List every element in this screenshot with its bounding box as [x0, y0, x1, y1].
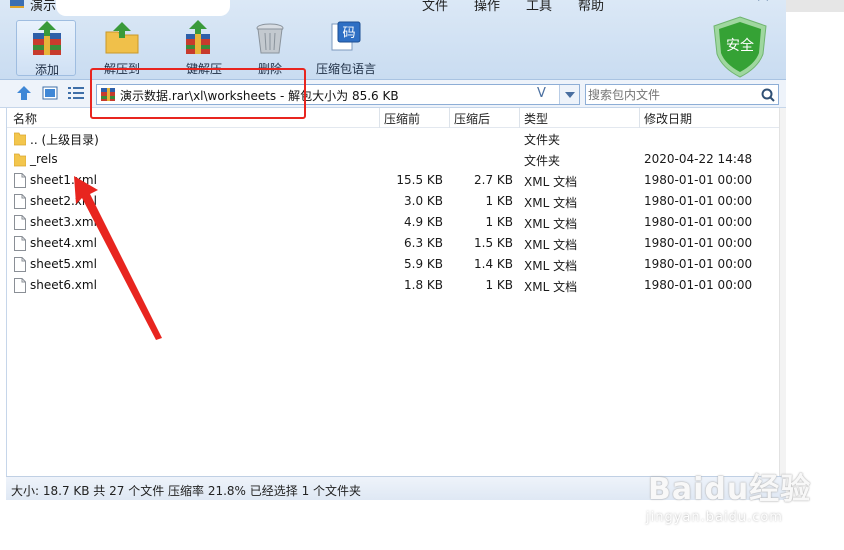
- extract-to-icon: [104, 20, 140, 56]
- modified-date: 1980-01-01 00:00: [644, 236, 753, 250]
- modified-date: 2020-04-22 14:48: [644, 152, 753, 166]
- folder-icon: [13, 152, 27, 167]
- compressed-size: 1 KB: [485, 215, 513, 229]
- security-shield-icon[interactable]: 安全: [712, 16, 768, 78]
- compressed-size: 2.7 KB: [474, 173, 513, 187]
- chevron-down-icon: [565, 92, 575, 98]
- packed-size: 4.9 KB: [404, 215, 443, 229]
- menu-operate[interactable]: 操作: [474, 0, 500, 14]
- modified-date: 1980-01-01 00:00: [644, 278, 753, 292]
- security-label: 安全: [726, 37, 754, 54]
- annotation-arrow: [74, 176, 162, 340]
- table-row[interactable]: .. (上级目录) 文件夹: [7, 128, 779, 149]
- column-type[interactable]: 类型: [524, 110, 548, 128]
- compressed-size: 1 KB: [485, 278, 513, 292]
- encoding-glyph: 码: [342, 26, 355, 41]
- one-click-extract-icon: [180, 20, 216, 56]
- up-folder-icon[interactable]: [16, 86, 32, 100]
- details-view-icon[interactable]: [68, 86, 84, 100]
- trash-can-icon: [252, 20, 288, 56]
- packed-size: 15.5 KB: [396, 173, 443, 187]
- status-text: 大小: 18.7 KB 共 27 个文件 压缩率 21.8% 已经选择 1 个文…: [11, 484, 362, 498]
- file-type: XML 文档: [524, 175, 578, 189]
- skin-icon[interactable]: [626, 0, 644, 6]
- highlight-annotation: [90, 68, 306, 119]
- modified-date: 1980-01-01 00:00: [644, 173, 753, 187]
- file-icon: [14, 215, 26, 230]
- packed-size: 1.8 KB: [404, 278, 443, 292]
- file-type: XML 文档: [524, 259, 578, 273]
- packed-size: 3.0 KB: [404, 194, 443, 208]
- large-icon-view-icon[interactable]: [42, 86, 58, 100]
- packed-size: 5.9 KB: [404, 257, 443, 271]
- close-icon[interactable]: [754, 0, 772, 6]
- watermark-url: jingyan.baidu.com: [646, 510, 783, 525]
- modified-date: 1980-01-01 00:00: [644, 194, 753, 208]
- file-type: 文件夹: [524, 133, 561, 147]
- file-type: XML 文档: [524, 217, 578, 231]
- file-icon: [14, 236, 26, 251]
- add-button[interactable]: 添加: [16, 20, 76, 77]
- file-icon: [14, 278, 26, 293]
- menu-tools[interactable]: 工具: [526, 0, 552, 14]
- search-box: [585, 84, 779, 105]
- table-row[interactable]: _rels 文件夹 2020-04-22 14:48: [7, 149, 779, 170]
- archive-encoding-icon: 码: [328, 20, 364, 56]
- add-label: 添加: [34, 63, 59, 77]
- file-name: .. (上级目录): [30, 133, 99, 147]
- modified-date: 1980-01-01 00:00: [644, 257, 753, 271]
- file-icon: [14, 194, 26, 209]
- file-type: XML 文档: [524, 280, 578, 294]
- app-logo-icon: [10, 0, 24, 8]
- menu-file[interactable]: 文件: [422, 0, 448, 14]
- folder-icon: [13, 131, 27, 146]
- menu-dropdown-icon[interactable]: [660, 0, 678, 6]
- window-title: 演示: [30, 0, 57, 14]
- column-packed[interactable]: 压缩前: [384, 110, 420, 128]
- menu-help[interactable]: 帮助: [578, 0, 604, 14]
- packed-size: 6.3 KB: [404, 236, 443, 250]
- column-name[interactable]: 名称: [13, 110, 37, 128]
- archive-encoding-label: 压缩包语言: [315, 62, 376, 76]
- maximize-icon[interactable]: [724, 0, 742, 6]
- history-dropdown-button[interactable]: V: [537, 86, 546, 101]
- title-redacted-area: [56, 0, 230, 16]
- compressed-size: 1.4 KB: [474, 257, 513, 271]
- watermark-logo: Baidu经验: [648, 472, 812, 507]
- file-icon: [14, 257, 26, 272]
- baidu-jingyan-watermark: Baidu经验 jingyan.baidu.com: [642, 458, 822, 538]
- file-name: _rels: [30, 152, 58, 166]
- file-type: XML 文档: [524, 196, 578, 210]
- address-dropdown-button[interactable]: [559, 85, 579, 104]
- add-archive-icon: [29, 21, 65, 57]
- compressed-size: 1 KB: [485, 194, 513, 208]
- file-icon: [14, 173, 26, 188]
- minimize-icon[interactable]: [694, 0, 712, 6]
- archive-encoding-button[interactable]: 码 压缩包语言: [316, 20, 376, 76]
- file-type: 文件夹: [524, 154, 561, 168]
- modified-date: 1980-01-01 00:00: [644, 215, 753, 229]
- search-icon[interactable]: [760, 87, 776, 103]
- column-size[interactable]: 压缩后: [454, 110, 490, 128]
- archive-manager-window: 演示 文件 操作 工具 帮助 添加 解压到 一键解压 删除 码 压缩包语言 安全…: [0, 0, 787, 502]
- search-input[interactable]: [588, 86, 758, 103]
- column-modified[interactable]: 修改日期: [644, 110, 692, 128]
- file-type: XML 文档: [524, 238, 578, 252]
- compressed-size: 1.5 KB: [474, 236, 513, 250]
